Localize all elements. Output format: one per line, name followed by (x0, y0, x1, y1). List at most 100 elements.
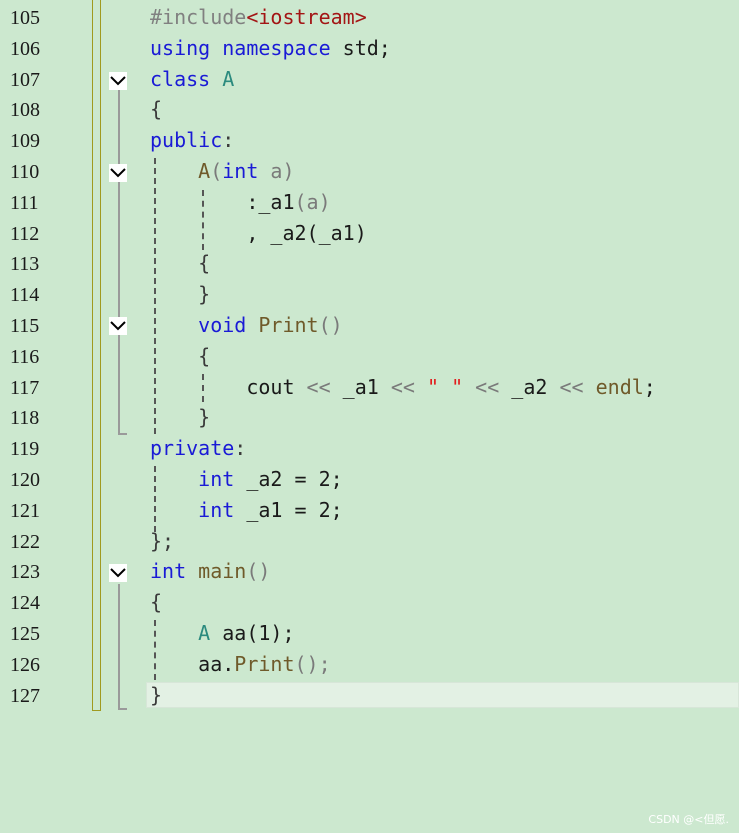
code-token: { (150, 251, 211, 276)
watermark: CSDN @<但愿. (648, 813, 729, 826)
code-token: ( (210, 159, 223, 183)
code-token: Print (234, 651, 295, 676)
code-line[interactable]: 117 cout << _a1 << " " << _a2 << endl; (0, 373, 739, 404)
code-token: cout (150, 374, 307, 399)
code-token: : (222, 128, 235, 153)
code-line[interactable]: 115 void Print() (0, 311, 739, 342)
code-line[interactable]: 116 { (0, 342, 739, 373)
code-token: class (150, 66, 211, 91)
code-text[interactable]: { (150, 345, 210, 367)
line-number: 114 (10, 284, 40, 307)
code-token: Print (258, 313, 319, 337)
line-number: 120 (10, 469, 40, 491)
code-line[interactable]: 119 private: (0, 434, 739, 465)
code-token: } (150, 682, 163, 707)
code-text[interactable]: } (150, 406, 210, 428)
code-text[interactable]: } (150, 283, 210, 305)
line-number: 107 (10, 68, 40, 91)
code-line[interactable]: 121 int _a1 = 2; (0, 496, 739, 527)
code-text[interactable]: aa.Print(); (150, 651, 331, 676)
line-number: 121 (10, 499, 40, 522)
code-token: " " (427, 374, 464, 399)
code-token: aa. (150, 651, 235, 676)
code-text[interactable]: } (150, 684, 162, 706)
code-token: () (318, 313, 343, 337)
code-token: (); (294, 651, 331, 676)
code-token: A (222, 66, 235, 91)
code-line[interactable]: 124 { (0, 588, 739, 619)
code-line[interactable]: 120 int _a2 = 2; (0, 465, 739, 496)
code-line[interactable]: 126 aa.Print(); (0, 650, 739, 681)
code-line[interactable]: 105 #include<iostream> (0, 3, 739, 34)
code-text[interactable]: #include<iostream> (150, 6, 367, 28)
code-text[interactable]: , _a2(_a1) (150, 222, 366, 244)
code-text[interactable]: cout << _a1 << " " << _a2 << endl; (150, 376, 656, 398)
line-number: 125 (10, 623, 40, 645)
code-editor[interactable]: 105 #include<iostream> 106 using namespace … (0, 0, 739, 833)
code-text[interactable]: { (150, 98, 162, 120)
code-token: _a1 = 2; (234, 497, 343, 522)
code-line[interactable]: 125 A aa(1); (0, 619, 739, 650)
code-text[interactable]: A(int a) (150, 159, 294, 183)
code-token: public (150, 128, 223, 153)
code-token: <iostream> (246, 5, 367, 29)
code-token: a (306, 189, 319, 214)
code-token: { (150, 97, 163, 122)
line-number: 116 (10, 345, 40, 368)
code-line[interactable]: 109 public: (0, 126, 739, 157)
code-token: _a1 (330, 374, 391, 399)
code-text[interactable]: { (150, 591, 162, 613)
code-text[interactable]: }; (150, 530, 174, 552)
line-number: 122 (10, 530, 40, 553)
code-text[interactable]: void Print() (150, 314, 343, 336)
code-text[interactable]: :_a1(a) (150, 189, 331, 214)
code-text[interactable]: A aa(1); (150, 621, 294, 645)
line-number: 123 (10, 561, 40, 584)
code-token: << (306, 374, 331, 399)
code-token: endl (595, 374, 644, 399)
code-text[interactable]: using namespace std; (150, 37, 391, 59)
code-line[interactable]: 112 , _a2(_a1) (0, 219, 739, 250)
line-number: 119 (10, 438, 40, 461)
code-line[interactable]: 118 } (0, 403, 739, 434)
code-line[interactable]: 123 int main() (0, 557, 739, 588)
code-line[interactable]: 107 class A (0, 65, 739, 96)
code-token: :_a1 (150, 189, 295, 214)
code-text[interactable]: int main() (150, 560, 270, 582)
code-token: << (475, 374, 500, 399)
code-text[interactable]: public: (150, 129, 234, 151)
code-line[interactable]: 122}; (0, 527, 739, 558)
code-token: ) (318, 189, 331, 214)
code-line[interactable]: 127} (0, 681, 739, 712)
code-token: ( (294, 189, 307, 214)
code-token: #include (150, 5, 247, 29)
code-text[interactable]: class A (150, 68, 234, 90)
line-number: 106 (10, 37, 40, 60)
code-line[interactable]: 110 A(int a) (0, 157, 739, 188)
line-number: 112 (10, 222, 40, 245)
code-token: { (150, 343, 211, 368)
code-line[interactable]: 113 { (0, 249, 739, 280)
code-line[interactable]: 106 using namespace std; (0, 34, 739, 65)
code-line[interactable]: 108 { (0, 95, 739, 126)
code-text[interactable]: int _a1 = 2; (150, 499, 343, 521)
code-text[interactable]: int _a2 = 2; (150, 468, 343, 490)
line-number: 111 (10, 191, 39, 214)
code-token: A (198, 621, 211, 645)
code-text[interactable]: private: (150, 437, 246, 459)
code-token: int (222, 159, 259, 183)
code-text[interactable]: { (150, 252, 210, 274)
code-token: a (258, 159, 283, 183)
code-token: : (234, 436, 247, 461)
line-number: 124 (10, 592, 40, 615)
code-line[interactable]: 111 :_a1(a) (0, 188, 739, 219)
code-token: }; (150, 528, 175, 553)
code-line[interactable]: 114 } (0, 280, 739, 311)
